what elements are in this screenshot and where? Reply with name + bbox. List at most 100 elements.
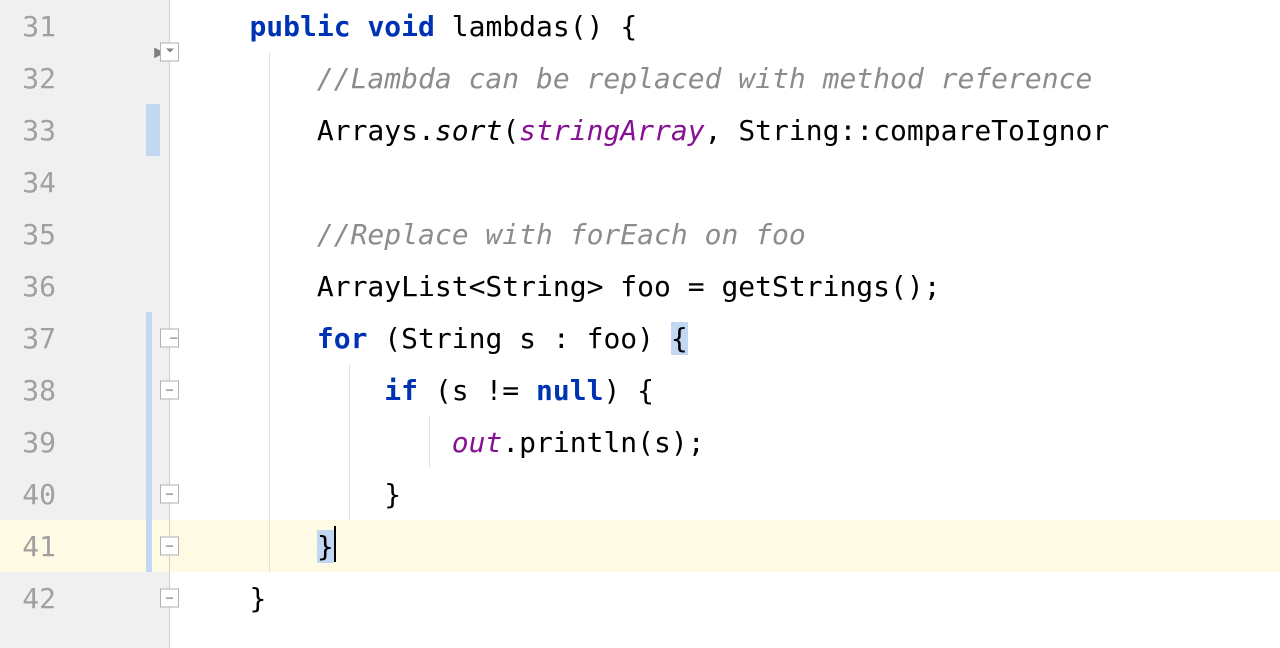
minus-icon: − [170,331,178,345]
keyword: null [536,374,603,407]
code-line[interactable]: out.println(s); [170,416,1280,468]
gutter-line: 33 [0,104,169,156]
code-text: ( [502,114,519,147]
line-number: 38 [0,374,68,407]
code-text: ArrayList<String> foo = getStrings(); [317,270,941,303]
code-text [351,10,368,43]
code-line[interactable] [170,156,1280,208]
indent-guide [269,156,270,208]
code-text [182,270,317,303]
code-line-current[interactable]: } [170,520,1280,572]
gutter-line: 35 [0,208,169,260]
indent-guide [269,468,270,520]
code-text [182,322,317,355]
method: sort [435,114,502,147]
fold-icon[interactable]: − [160,381,179,400]
line-number: 36 [0,270,68,303]
fold-icon[interactable]: − [160,537,179,556]
gutter-line: 40 − [0,468,169,520]
code-line[interactable]: } [170,572,1280,624]
static-field: out [452,426,503,459]
indent-guide [269,52,270,104]
line-number: 33 [0,114,68,147]
minus-icon: − [165,591,173,605]
field: stringArray [519,114,704,147]
code-text [182,478,384,511]
code-line[interactable]: ArrayList<String> foo = getStrings(); [170,260,1280,312]
code-text [182,218,317,251]
code-area[interactable]: public void lambdas() { //Lambda can be … [170,0,1280,648]
gutter-line: 42 − [0,572,169,624]
brace-match: } [317,530,334,563]
minus-icon: − [165,383,173,397]
gutter-line: 31 [0,0,169,52]
change-marker[interactable] [146,364,152,416]
brace-match: { [671,322,688,355]
code-line[interactable]: for (String s : foo) { [170,312,1280,364]
code-text: ) { [603,374,654,407]
fold-icon[interactable]: − [160,329,179,348]
code-line[interactable]: public void lambdas() { [170,0,1280,52]
indent-guide [429,416,430,468]
code-text: (String s : foo) [367,322,670,355]
gutter-line: 34 [0,156,169,208]
code-text [182,426,452,459]
gutter-line: 38 − [0,364,169,416]
gutter-line: 36 [0,260,169,312]
code-line[interactable]: //Replace with forEach on foo [170,208,1280,260]
gutter: 31 32 ▶ 33 34 35 3 [0,0,170,648]
gutter-line: 41 − [0,520,169,572]
fold-icon[interactable]: − [160,589,179,608]
code-text [182,582,249,615]
comment: //Replace with forEach on foo [317,218,806,251]
line-number: 40 [0,478,68,511]
code-line[interactable]: //Lambda can be replaced with method ref… [170,52,1280,104]
line-number: 34 [0,166,68,199]
text-cursor [334,526,336,562]
indent-guide [269,364,270,416]
code-line[interactable]: Arrays.sort(stringArray, String::compare… [170,104,1280,156]
indent-guide [269,312,270,364]
indent-guide [349,416,350,468]
line-number: 41 [0,530,68,563]
code-text [182,10,249,43]
change-marker[interactable] [146,520,152,572]
code-line[interactable]: } [170,468,1280,520]
change-marker[interactable] [146,468,152,520]
keyword: if [384,374,418,407]
gutter-line: 32 ▶ [0,52,169,104]
fold-icon[interactable] [160,43,179,62]
line-number: 42 [0,582,68,615]
change-marker[interactable] [146,416,152,468]
indent-guide [269,104,270,156]
change-marker[interactable] [146,104,160,156]
line-number: 35 [0,218,68,251]
indent-guide [269,260,270,312]
keyword: public [249,10,350,43]
fold-icon[interactable]: − [160,485,179,504]
indent-guide [349,364,350,416]
comment: //Lambda can be replaced with method ref… [317,62,1092,95]
code-text: Arrays. [317,114,435,147]
keyword: void [367,10,434,43]
code-text [182,62,317,95]
indent-guide [269,208,270,260]
code-text: } [249,582,266,615]
code-text [182,530,317,563]
line-number: 39 [0,426,68,459]
indent-guide [269,520,270,572]
code-text: (s != [418,374,536,407]
line-number: 37 [0,322,68,355]
line-number: 32 [0,62,68,95]
gutter-line: 37 − [0,312,169,364]
indent-guide [349,468,350,520]
code-text: } [384,478,401,511]
code-text: .println(s); [502,426,704,459]
code-text: , String::compareToIgnor [705,114,1110,147]
code-line[interactable]: if (s != null) { [170,364,1280,416]
change-marker[interactable] [146,312,152,364]
code-text: lambdas() { [435,10,637,43]
minus-icon: − [165,539,173,553]
minus-icon: − [165,487,173,501]
code-editor: 31 32 ▶ 33 34 35 3 [0,0,1280,648]
